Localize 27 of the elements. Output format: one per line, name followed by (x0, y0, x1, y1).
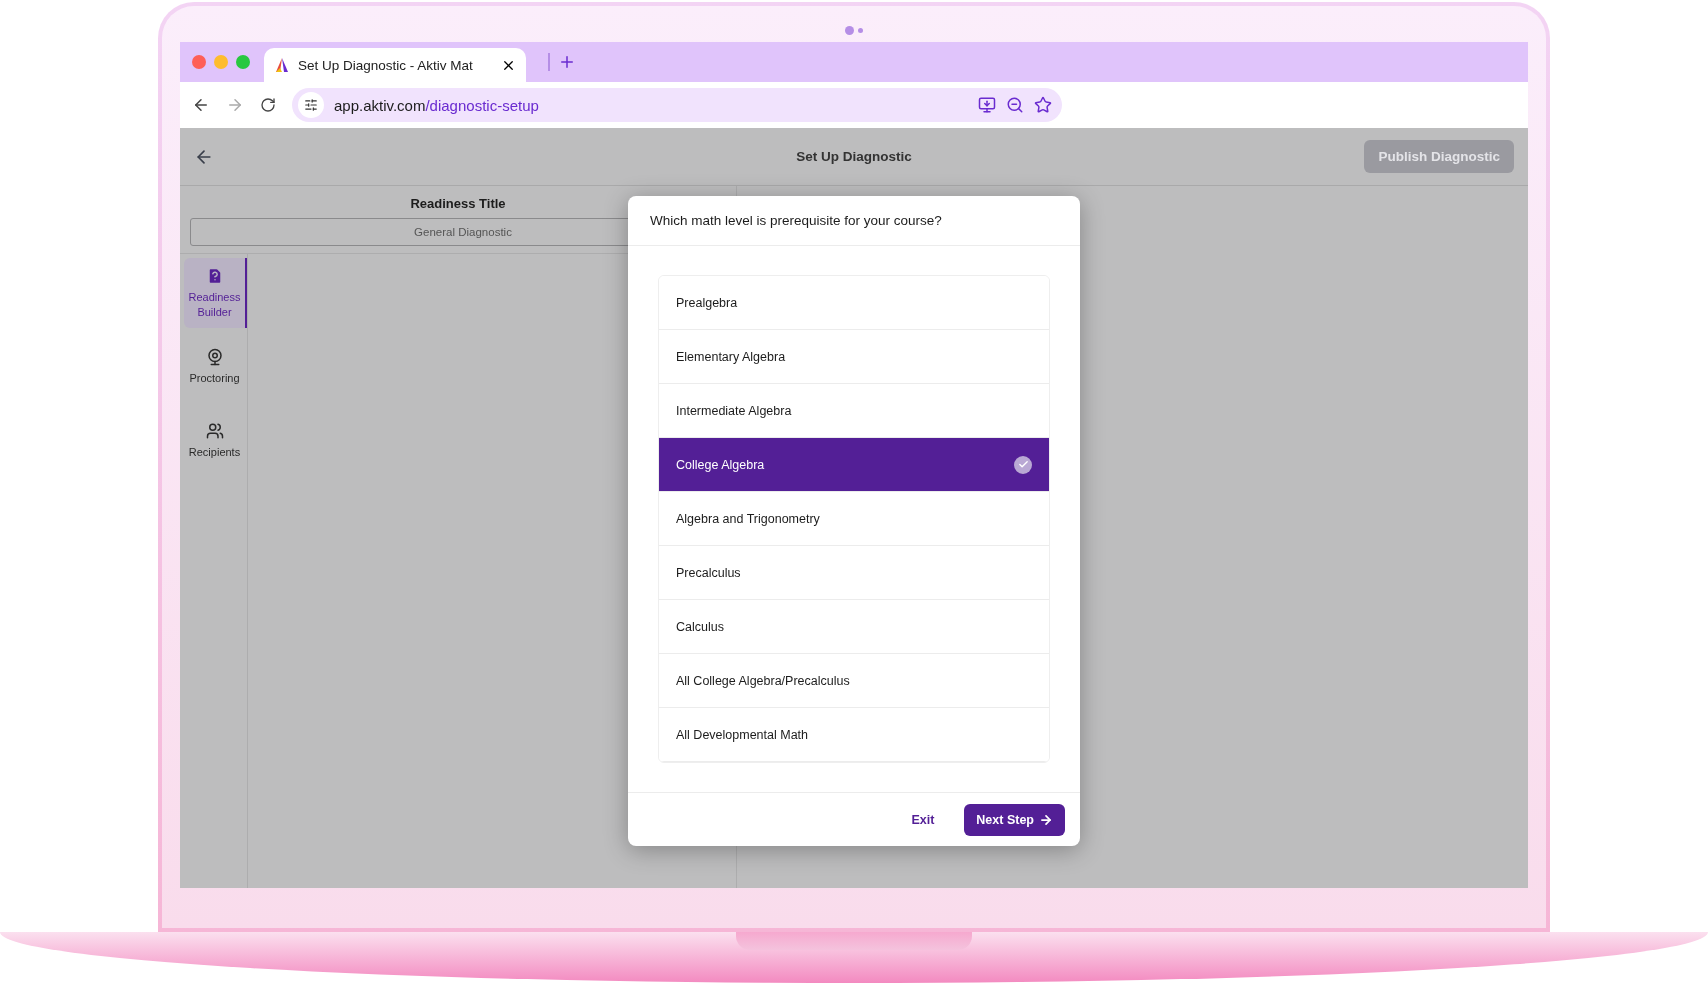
option-item[interactable]: Prealgebra (659, 276, 1049, 330)
sidebar-item[interactable]: Readiness Builder (184, 258, 247, 328)
tab-title: Set Up Diagnostic - Aktiv Mat (298, 57, 474, 73)
section-title: Readiness Title (409, 196, 507, 211)
exit-button[interactable]: Exit (905, 811, 941, 828)
site-settings-icon[interactable] (298, 92, 324, 118)
people-icon (205, 422, 224, 441)
new-tab-icon[interactable] (558, 53, 576, 71)
option-item[interactable]: College Algebra (659, 438, 1049, 492)
reload-icon[interactable] (260, 97, 276, 113)
url-text: app.aktiv.com/diagnostic-setup (334, 96, 540, 114)
install-icon[interactable] (978, 96, 996, 114)
webcam-icon (205, 348, 224, 367)
sensor-icon (858, 27, 863, 33)
check-icon (1014, 455, 1032, 474)
zoom-out-icon[interactable] (1006, 96, 1024, 114)
browser-tab[interactable]: Set Up Diagnostic - Aktiv Mat (264, 48, 526, 82)
camera-icon (845, 25, 854, 35)
sidebar-item[interactable]: Proctoring (184, 332, 247, 402)
sidebar-item[interactable]: Recipients (184, 406, 247, 476)
next-step-button[interactable]: Next Step (964, 803, 1065, 836)
logo-icon (274, 57, 290, 73)
page-title: Set Up Diagnostic (796, 149, 912, 164)
dialog-question: Which math level is prerequisite for your course? (628, 196, 1080, 246)
star-icon[interactable] (1034, 96, 1052, 114)
address-bar[interactable]: app.aktiv.com/diagnostic-setup (292, 88, 1062, 122)
back-icon[interactable] (192, 96, 210, 114)
